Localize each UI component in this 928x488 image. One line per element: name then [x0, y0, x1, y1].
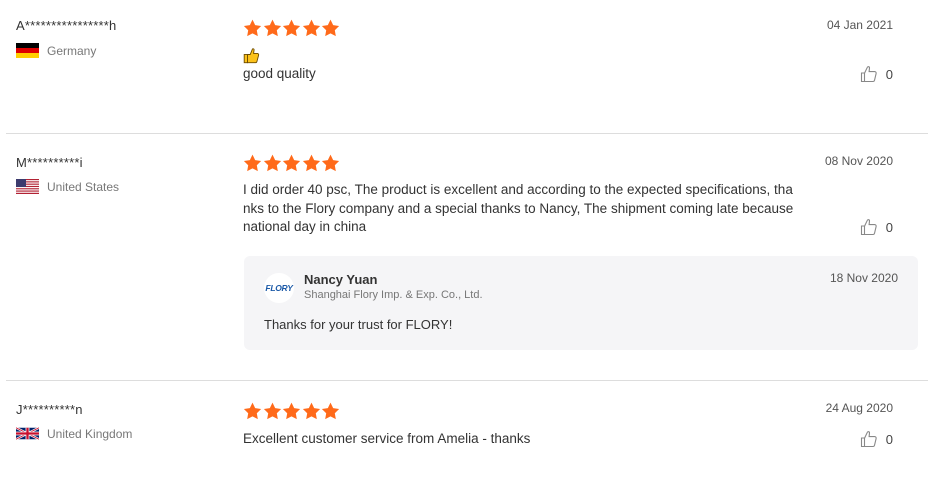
star-icon	[263, 154, 282, 173]
star-rating	[243, 402, 341, 421]
uk-flag-icon	[16, 426, 39, 441]
review-divider	[6, 380, 928, 381]
germany-flag-icon	[16, 43, 39, 58]
helpful-count: 0	[885, 219, 893, 235]
helpful-button[interactable]: 0	[860, 218, 893, 236]
country-name: Germany	[47, 43, 97, 58]
reply-text: Thanks for your trust for FLORY!	[264, 317, 453, 332]
star-icon	[302, 154, 321, 173]
country-name: United Kingdom	[47, 426, 133, 441]
star-rating	[243, 19, 341, 38]
star-icon	[282, 154, 301, 173]
review-text: good quality	[243, 66, 316, 81]
review-text-line: national day in china	[243, 219, 367, 234]
reviewer-name: J**********n	[16, 402, 83, 417]
reviewer-country: United Kingdom	[16, 426, 132, 441]
review-text: Excellent customer service from Amelia -…	[243, 431, 531, 446]
review-date: 04 Jan 2021	[826, 18, 893, 32]
seller-company: Shanghai Flory Imp. & Exp. Co., Ltd.	[304, 289, 483, 301]
review-text-line: I did order 40 psc, The product is excel…	[243, 182, 793, 197]
reviewer-country: United States	[16, 179, 119, 194]
star-icon	[282, 402, 301, 421]
star-icon	[263, 19, 282, 38]
star-icon	[321, 154, 340, 173]
seller-name: Nancy Yuan	[304, 272, 378, 287]
star-icon	[302, 402, 321, 421]
review-date: 08 Nov 2020	[824, 154, 893, 168]
helpful-count: 0	[885, 66, 893, 82]
star-icon	[282, 19, 301, 38]
star-icon	[321, 19, 340, 38]
star-icon	[243, 154, 262, 173]
thumbs-up-icon	[860, 431, 877, 448]
star-rating	[243, 154, 341, 173]
thumbs-up-emoji-icon	[243, 48, 260, 64]
seller-logo: FLORY	[264, 273, 294, 303]
thumbs-up-icon	[860, 219, 877, 236]
seller-reply: FLORY Nancy Yuan Shanghai Flory Imp. & E…	[244, 256, 918, 350]
review-divider	[6, 133, 928, 134]
helpful-button[interactable]: 0	[860, 65, 893, 83]
star-icon	[243, 402, 262, 421]
star-icon	[263, 402, 282, 421]
review-text-line: nks to the Flory company and a special t…	[243, 200, 794, 216]
us-flag-icon	[16, 179, 39, 194]
star-icon	[243, 19, 262, 38]
country-name: United States	[47, 179, 120, 194]
helpful-button[interactable]: 0	[860, 430, 893, 448]
reviewer-country: Germany	[16, 43, 96, 58]
review-text: I did order 40 psc, The product is excel…	[243, 181, 808, 237]
star-icon	[302, 19, 321, 38]
reviewer-name: A****************h	[16, 18, 117, 33]
reply-date: 18 Nov 2020	[829, 271, 898, 285]
seller-logo-text: FLORY	[265, 283, 293, 293]
thumbs-up-icon	[860, 66, 877, 83]
star-icon	[321, 402, 340, 421]
reviewer-name: M**********i	[16, 155, 83, 170]
helpful-count: 0	[885, 431, 893, 447]
review-date: 24 Aug 2020	[825, 401, 893, 415]
